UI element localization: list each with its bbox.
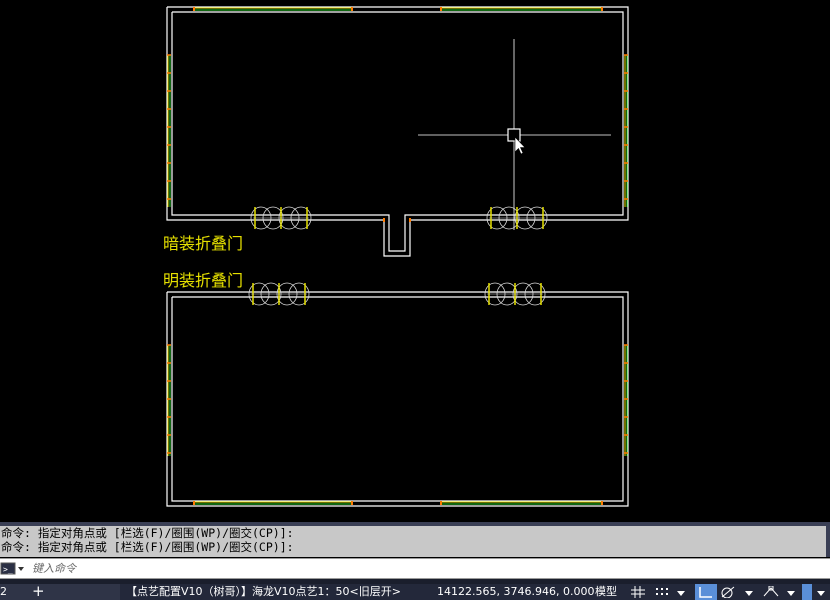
command-prompt-icon[interactable]: >_ bbox=[0, 561, 26, 576]
label-exposed-folding-door: 明装折叠门 bbox=[163, 271, 244, 290]
upper-room-inner-wall bbox=[171, 11, 624, 252]
command-history-line: 命令: 指定对角点或 [栏选(F)/圈围(WP)/圈交(CP)]: bbox=[1, 526, 294, 540]
floor-plan-drawing[interactable] bbox=[0, 0, 830, 522]
lineweight-icon[interactable] bbox=[802, 584, 812, 600]
plus-icon[interactable]: + bbox=[32, 584, 45, 599]
dropdown-icon[interactable] bbox=[786, 586, 796, 598]
dropdown-icon[interactable] bbox=[744, 586, 754, 598]
drawing-viewport[interactable]: 暗装折叠门 明装折叠门 bbox=[0, 0, 830, 522]
model-space-button[interactable]: 模型 bbox=[595, 584, 617, 600]
tab-number[interactable]: 2 bbox=[0, 584, 10, 600]
dropdown-icon[interactable] bbox=[816, 586, 826, 598]
svg-text:>_: >_ bbox=[3, 565, 13, 574]
polar-icon[interactable] bbox=[720, 586, 736, 599]
pickbox bbox=[507, 128, 521, 142]
layout-tab-strip: 2 + bbox=[0, 584, 120, 600]
grid-icon[interactable] bbox=[631, 586, 645, 598]
document-info: 【点艺配置V10（树哥）】海龙V10点艺1：50<旧层开> bbox=[126, 585, 401, 598]
lower-room-outer-wall bbox=[166, 291, 629, 507]
osnap-icon[interactable] bbox=[762, 585, 780, 598]
ortho-icon[interactable] bbox=[695, 584, 717, 600]
command-line: >_ bbox=[0, 558, 830, 579]
lower-room-inner-wall bbox=[171, 296, 624, 502]
command-input[interactable] bbox=[32, 560, 812, 577]
command-history-line: 命令: 指定对角点或 [栏选(F)/圈围(WP)/圈交(CP)]: bbox=[1, 540, 294, 554]
coordinate-readout[interactable]: 14122.565, 3746.946, 0.000 bbox=[437, 584, 594, 600]
command-history: 命令: 指定对角点或 [栏选(F)/圈围(WP)/圈交(CP)]: 命令: 指定… bbox=[0, 526, 830, 557]
status-bar: 2 + 【点艺配置V10（树哥）】海龙V10点艺1：50<旧层开> 14122.… bbox=[0, 584, 830, 600]
label-hidden-folding-door: 暗装折叠门 bbox=[163, 234, 244, 253]
snap-grid-icon[interactable] bbox=[655, 586, 669, 598]
upper-room-outer-wall bbox=[166, 6, 629, 257]
dropdown-icon[interactable] bbox=[676, 586, 686, 598]
